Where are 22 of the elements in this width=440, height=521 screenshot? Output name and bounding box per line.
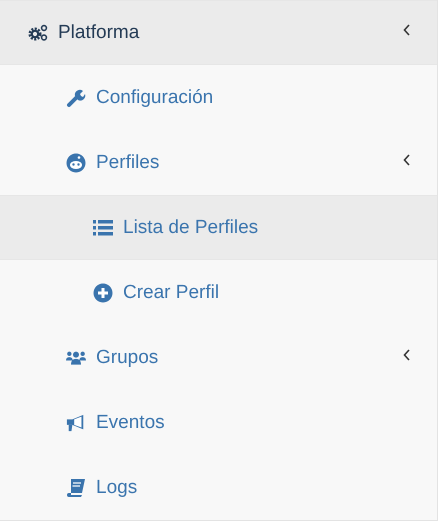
menu-label: Eventos	[96, 412, 165, 434]
menu-label: Platforma	[58, 22, 140, 44]
menu-item[interactable]: Platforma	[0, 0, 437, 65]
list-icon	[93, 218, 113, 238]
menu-label: Perfiles	[96, 152, 160, 174]
menu-item[interactable]: Logs	[0, 455, 437, 520]
menu-item[interactable]: Lista de Perfiles	[0, 195, 437, 260]
menu-item[interactable]: Grupos	[0, 325, 437, 390]
menu-label: Logs	[96, 476, 138, 498]
gears-icon	[27, 24, 49, 42]
menu-label: Configuración	[96, 86, 214, 108]
book-icon	[66, 478, 86, 498]
wrench-icon	[66, 88, 86, 108]
menu-label: Crear Perfil	[123, 282, 220, 304]
menu-item[interactable]: Configuración	[0, 65, 437, 130]
menu-item[interactable]: Crear Perfil	[0, 260, 437, 325]
menu-label: Lista de Perfiles	[123, 216, 258, 238]
megaphone-icon	[66, 412, 86, 432]
plus-circle-icon	[93, 282, 113, 302]
menu-item[interactable]: Eventos	[0, 390, 437, 455]
menu-item[interactable]: Perfiles	[0, 130, 437, 195]
menu-label: Grupos	[96, 346, 158, 368]
